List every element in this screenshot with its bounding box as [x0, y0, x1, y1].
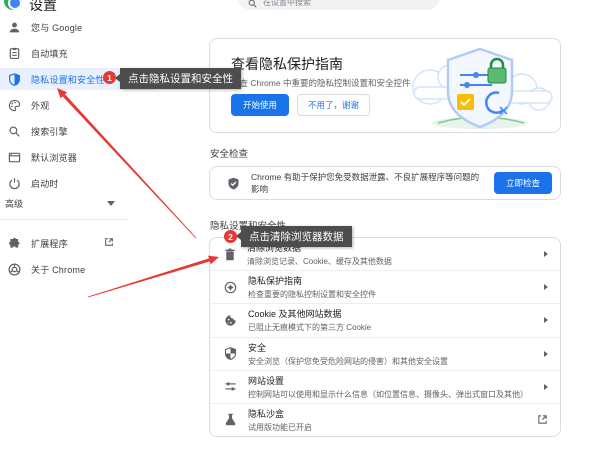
sidebar-item-label: 外观: [31, 99, 49, 112]
sidebar-item-label: 默认浏览器: [31, 151, 77, 164]
flask-icon: [224, 413, 237, 426]
puzzle-icon: [8, 237, 21, 250]
magnifier-icon: [8, 125, 21, 138]
shield-check-icon: [227, 177, 240, 190]
chevron-right-icon: [544, 251, 548, 257]
sidebar-item-label: 搜索引擎: [31, 125, 68, 138]
sidebar-advanced-toggle[interactable]: 高级: [5, 197, 115, 210]
row-subtitle: 试用版功能已开启: [248, 422, 526, 433]
search-icon: [248, 0, 257, 8]
privacy-shield-illustration: [404, 39, 556, 132]
row-title: Cookie 及其他网站数据: [248, 307, 533, 320]
step-1-tooltip: 点击隐私设置和安全性: [120, 68, 241, 89]
row-cookies[interactable]: Cookie 及其他网站数据 已阻止无痕模式下的第三方 Cookie: [210, 304, 560, 337]
sidebar-item-label: 启动时: [31, 177, 59, 190]
safety-check-description: Chrome 有助于保护您免受数据泄露、不良扩展程序等问题的影响: [251, 171, 483, 195]
step-2-tooltip: 点击清除浏览器数据: [241, 226, 352, 247]
sidebar-item-on-startup[interactable]: 启动时: [0, 170, 192, 196]
browser-icon: [8, 151, 21, 164]
row-site-settings[interactable]: 网站设置 控制网站可以使用和显示什么信息（如位置信息、摄像头、弹出式窗口及其他）: [210, 371, 560, 404]
sidebar-item-label: 自动填充: [31, 47, 68, 60]
sidebar-item-label: 您与 Google: [31, 21, 82, 34]
sidebar-item-you-and-google[interactable]: 您与 Google: [0, 14, 192, 40]
sidebar-bottom: 扩展程序 关于 Chrome: [0, 230, 192, 282]
row-subtitle: 已阻止无痕模式下的第三方 Cookie: [248, 322, 533, 333]
row-title: 安全: [248, 341, 533, 354]
external-link-icon: [104, 237, 114, 247]
sidebar-item-autofill[interactable]: 自动填充: [0, 40, 192, 66]
chevron-right-icon: [544, 384, 548, 390]
sidebar-item-label: 关于 Chrome: [31, 263, 85, 276]
sidebar-item-label: 隐私设置和安全性: [31, 73, 105, 86]
card-subtitle: 检查 Chrome 中重要的隐私控制设置和安全控件: [231, 77, 410, 89]
sidebar-divider: [0, 219, 128, 220]
shield-icon: [8, 73, 21, 86]
row-privacy-sandbox[interactable]: 隐私沙盒 试用版功能已开启: [210, 404, 560, 436]
settings-sidebar: 您与 Google 自动填充 隐私设置和安全性 外观: [0, 14, 192, 196]
get-started-button[interactable]: 开始使用: [231, 94, 289, 116]
step-2-badge: 2: [224, 230, 237, 243]
card-title: 查看隐私保护指南: [231, 54, 343, 74]
safety-check-section-title: 安全检查: [210, 146, 248, 160]
privacy-guide-card: 查看隐私保护指南 检查 Chrome 中重要的隐私控制设置和安全控件 开始使用 …: [209, 38, 561, 133]
row-subtitle: 检查重要的隐私控制设置和安全控件: [248, 289, 533, 300]
check-now-button[interactable]: 立即检查: [494, 172, 552, 194]
row-security[interactable]: 安全 安全浏览（保护您免受危险网站的侵害）和其他安全设置: [210, 338, 560, 371]
sidebar-item-about-chrome[interactable]: 关于 Chrome: [0, 256, 192, 282]
chevron-right-icon: [544, 317, 548, 323]
row-subtitle: 清除浏览记录、Cookie、缓存及其他数据: [247, 256, 533, 267]
chrome-icon: [8, 263, 21, 276]
row-title: 隐私保护指南: [248, 274, 533, 287]
row-title: 隐私沙盒: [248, 407, 526, 420]
privacy-settings-card: 清除浏览数据 清除浏览记录、Cookie、缓存及其他数据 隐私保护指南 检查重要…: [209, 237, 561, 437]
compass-icon: [224, 281, 237, 294]
person-icon: [8, 21, 21, 34]
sidebar-item-appearance[interactable]: 外观: [0, 92, 192, 118]
palette-icon: [8, 99, 21, 112]
tune-icon: [224, 380, 237, 393]
external-link-icon: [537, 414, 548, 425]
chrome-logo-icon: [4, 0, 22, 10]
chevron-right-icon: [544, 351, 548, 357]
autofill-icon: [8, 47, 21, 60]
search-placeholder: 在设置中搜索: [263, 0, 311, 8]
row-title: 网站设置: [248, 374, 533, 387]
safety-check-card: Chrome 有助于保护您免受数据泄露、不良扩展程序等问题的影响 立即检查: [209, 166, 561, 200]
cookie-icon: [224, 314, 237, 327]
page-title: 设置: [29, 0, 57, 15]
sidebar-item-default-browser[interactable]: 默认浏览器: [0, 144, 192, 170]
security-shield-icon: [224, 347, 237, 360]
settings-search-input[interactable]: 在设置中搜索: [238, 0, 440, 10]
sidebar-item-extensions[interactable]: 扩展程序: [0, 230, 192, 256]
chevron-down-icon: [107, 201, 115, 206]
sidebar-item-search-engine[interactable]: 搜索引擎: [0, 118, 192, 144]
chrome-settings-page: 设置 在设置中搜索 您与 Google 自动填充: [0, 0, 600, 451]
sidebar-item-label: 扩展程序: [31, 237, 68, 250]
chevron-right-icon: [544, 284, 548, 290]
no-thanks-button[interactable]: 不用了，谢谢: [297, 94, 370, 116]
advanced-label: 高级: [5, 197, 23, 210]
step-1-badge: 1: [103, 71, 116, 84]
row-subtitle: 控制网站可以使用和显示什么信息（如位置信息、摄像头、弹出式窗口及其他）: [248, 389, 533, 400]
trash-icon: [224, 248, 236, 261]
row-subtitle: 安全浏览（保护您免受危险网站的侵害）和其他安全设置: [248, 356, 533, 367]
power-icon: [8, 177, 21, 190]
row-privacy-guide[interactable]: 隐私保护指南 检查重要的隐私控制设置和安全控件: [210, 271, 560, 304]
